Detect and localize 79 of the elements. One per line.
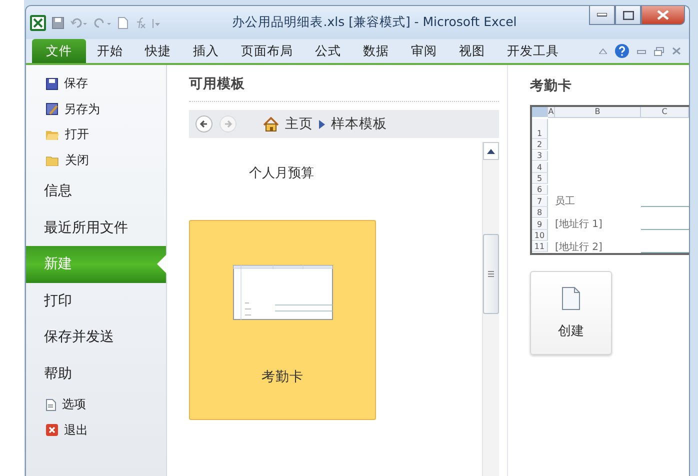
ribbon-tab[interactable]: 审阅 [400, 39, 448, 63]
cell-text: [地址行 1] [555, 220, 602, 230]
document-icon[interactable] [118, 16, 128, 28]
document-icon [46, 398, 56, 411]
redo-icon[interactable] [94, 16, 112, 28]
sidebar-item[interactable]: 关闭 [26, 148, 166, 173]
sidebar-item[interactable]: 帮助 [26, 356, 166, 392]
template-tile[interactable]: 个人月预算 [189, 138, 374, 208]
breadcrumb-link[interactable]: 样本模板 [331, 115, 387, 133]
folder-icon [46, 154, 59, 166]
select-all-corner [532, 107, 548, 117]
customize-caret-icon[interactable] [152, 16, 160, 28]
sidebar-item[interactable]: 退出 [26, 418, 166, 443]
close-button[interactable] [641, 6, 685, 25]
maximize-button[interactable] [615, 6, 641, 25]
folder-icon [46, 129, 59, 140]
forward-icon[interactable] [219, 115, 237, 133]
minimize-button[interactable] [589, 6, 615, 25]
close-icon [46, 424, 58, 436]
restore-icon[interactable] [654, 46, 664, 56]
row-number: 1 [532, 118, 548, 139]
close-icon [657, 10, 669, 20]
sidebar-item[interactable]: 保存 [26, 71, 166, 96]
minimize-icon [597, 13, 607, 17]
row-number: 10 [532, 230, 548, 242]
column-header: C [641, 107, 689, 118]
sidebar-item[interactable]: 最近所用文件 [26, 210, 166, 246]
ribbon-tab[interactable]: 开发工具 [496, 39, 570, 63]
collapse-ribbon-icon[interactable] [599, 48, 607, 54]
scrollbar[interactable] [482, 142, 499, 476]
ribbon-tab[interactable]: 开始 [86, 39, 134, 63]
row-number: 2 [532, 139, 548, 150]
home-icon[interactable] [263, 116, 279, 132]
minimize-icon[interactable] [637, 48, 646, 54]
close-icon[interactable] [672, 47, 681, 55]
row-number: 6 [532, 184, 548, 196]
function-icon[interactable] [134, 16, 146, 28]
ribbon-tab[interactable]: 视图 [448, 39, 496, 63]
cell-text: 员工 [555, 197, 575, 208]
row-number: 4 [532, 162, 548, 173]
template-tile[interactable]: 考勤卡 [189, 220, 376, 420]
sidebar-item[interactable]: 另存为 [26, 96, 166, 122]
cell-text: [地址行 2] [555, 243, 602, 253]
back-icon[interactable] [195, 115, 213, 133]
row-number: 8 [532, 207, 548, 218]
row-number: 5 [532, 173, 548, 184]
ribbon-tab[interactable]: 公式 [304, 39, 352, 63]
ribbon-tab[interactable]: 文件 [32, 39, 86, 63]
grip-icon[interactable] [488, 271, 494, 277]
excel-logo-icon[interactable] [30, 14, 46, 30]
document-icon [562, 286, 580, 310]
ribbon-tab[interactable]: 快捷 [134, 39, 182, 63]
sidebar-item[interactable]: 保存并发送 [26, 319, 166, 356]
section-heading: 可用模板 [189, 75, 499, 102]
ribbon-tab[interactable]: 页面布局 [230, 39, 304, 63]
save-as-icon [46, 103, 58, 116]
ribbon-tab[interactable]: 数据 [352, 39, 400, 63]
row-number: 3 [532, 150, 548, 162]
ribbon-tab[interactable]: 插入 [182, 39, 230, 63]
chevron-right-icon [319, 120, 325, 128]
window-title: 办公用品明细表.xls [兼容模式] - Microsoft Excel [231, 14, 518, 31]
column-header: B [555, 107, 641, 118]
sidebar-item[interactable]: 选项 [26, 392, 166, 418]
row-number: 11 [532, 242, 548, 252]
save-icon[interactable] [52, 16, 64, 28]
breadcrumb-link[interactable]: 主页 [285, 115, 313, 133]
sidebar-item[interactable]: 打印 [26, 282, 166, 319]
sidebar-item[interactable]: 信息 [26, 173, 166, 210]
row-number: 9 [532, 218, 548, 230]
sidebar-item[interactable]: 打开 [26, 122, 166, 148]
save-icon [46, 78, 58, 90]
undo-icon[interactable] [70, 16, 88, 28]
scroll-up-icon[interactable] [487, 148, 495, 154]
create-button[interactable]: 创建 [530, 271, 612, 355]
help-icon[interactable] [615, 44, 629, 58]
maximize-icon [622, 10, 634, 20]
column-header: A [548, 107, 555, 118]
row-number: 7 [532, 196, 548, 207]
preview-title: 考勤卡 [530, 77, 573, 95]
